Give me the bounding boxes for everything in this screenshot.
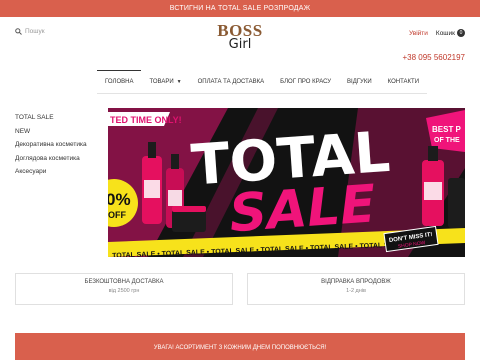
login-link[interactable]: Увійти [409,30,428,37]
search-placeholder: Пошук [25,28,45,35]
nav-payment-delivery[interactable]: Оплата та доставка [190,70,273,93]
category-sidebar: TOTAL SALE NEW Декоративна косметика Дог… [15,111,87,179]
search-icon [15,28,22,35]
nav-home-label: Головна [105,79,134,85]
free-delivery-subtitle: від 2500 грн [108,288,140,294]
cart-button[interactable]: Кошик 0 [436,29,465,37]
phone-link[interactable]: +38 095 5602197 [402,53,465,62]
banner-limited-text: TED TIME ONLY! [110,115,182,125]
assortment-notice: Увага! Асортимент з кожним днем поповнює… [15,333,465,360]
shipping-time-title: Відправка впродовж [321,279,391,285]
shipping-time-subtitle: 1-2 днів [346,288,366,294]
sidebar-item-care[interactable]: Доглядова косметика [15,152,87,166]
account-area: Увійти Кошик 0 [409,29,465,37]
shipping-time-box: Відправка впродовж 1-2 днів [247,273,465,305]
cart-count-badge: 0 [457,29,465,37]
nav-payment-label: Оплата та доставка [197,78,265,85]
nav-blog[interactable]: Блог про красу [272,70,339,93]
nav-products-label: Товари [149,78,174,85]
total-sale-banner[interactable]: TED TIME ONLY! BEST P OF THE 0% OFF TOTA… [108,108,465,257]
banner-off: OFF [108,210,126,220]
cart-label: Кошик [435,29,455,37]
free-delivery-box: Безкоштовна доставка від 2500 грн [15,273,233,305]
nav-blog-label: Блог про красу [280,78,332,85]
search-field[interactable]: Пошук [15,28,45,35]
banner-percent: 0% [108,190,131,209]
sidebar-item-decorative[interactable]: Декоративна косметика [15,138,87,152]
logo-text-girl: Girl [228,37,252,52]
main-nav: Головна Товари ▼ Оплата та доставка Блог … [97,70,428,94]
sidebar-item-total-sale[interactable]: TOTAL SALE [15,111,87,125]
free-delivery-title: Безкоштовна доставка [84,279,164,285]
sidebar-item-accessories[interactable]: Аксесуари [15,165,87,179]
banner-best-text-2: OF THE [434,137,460,144]
nav-home[interactable]: Головна [97,70,142,93]
site-logo[interactable]: BOSS Girl [205,22,275,51]
nav-products[interactable]: Товари ▼ [141,70,189,93]
promo-bar: ВСТИГНИ НА TOTAL SALE РОЗПРОДАЖ [0,0,480,17]
nav-reviews-label: Відгуки [347,78,372,85]
nav-reviews[interactable]: Відгуки [339,70,380,93]
banner-best-text: BEST P [432,125,462,134]
nav-contacts-label: Контакти [387,78,420,85]
sidebar-item-new[interactable]: NEW [15,125,87,139]
chevron-down-icon: ▼ [176,78,182,85]
nav-contacts[interactable]: Контакти [380,70,427,93]
